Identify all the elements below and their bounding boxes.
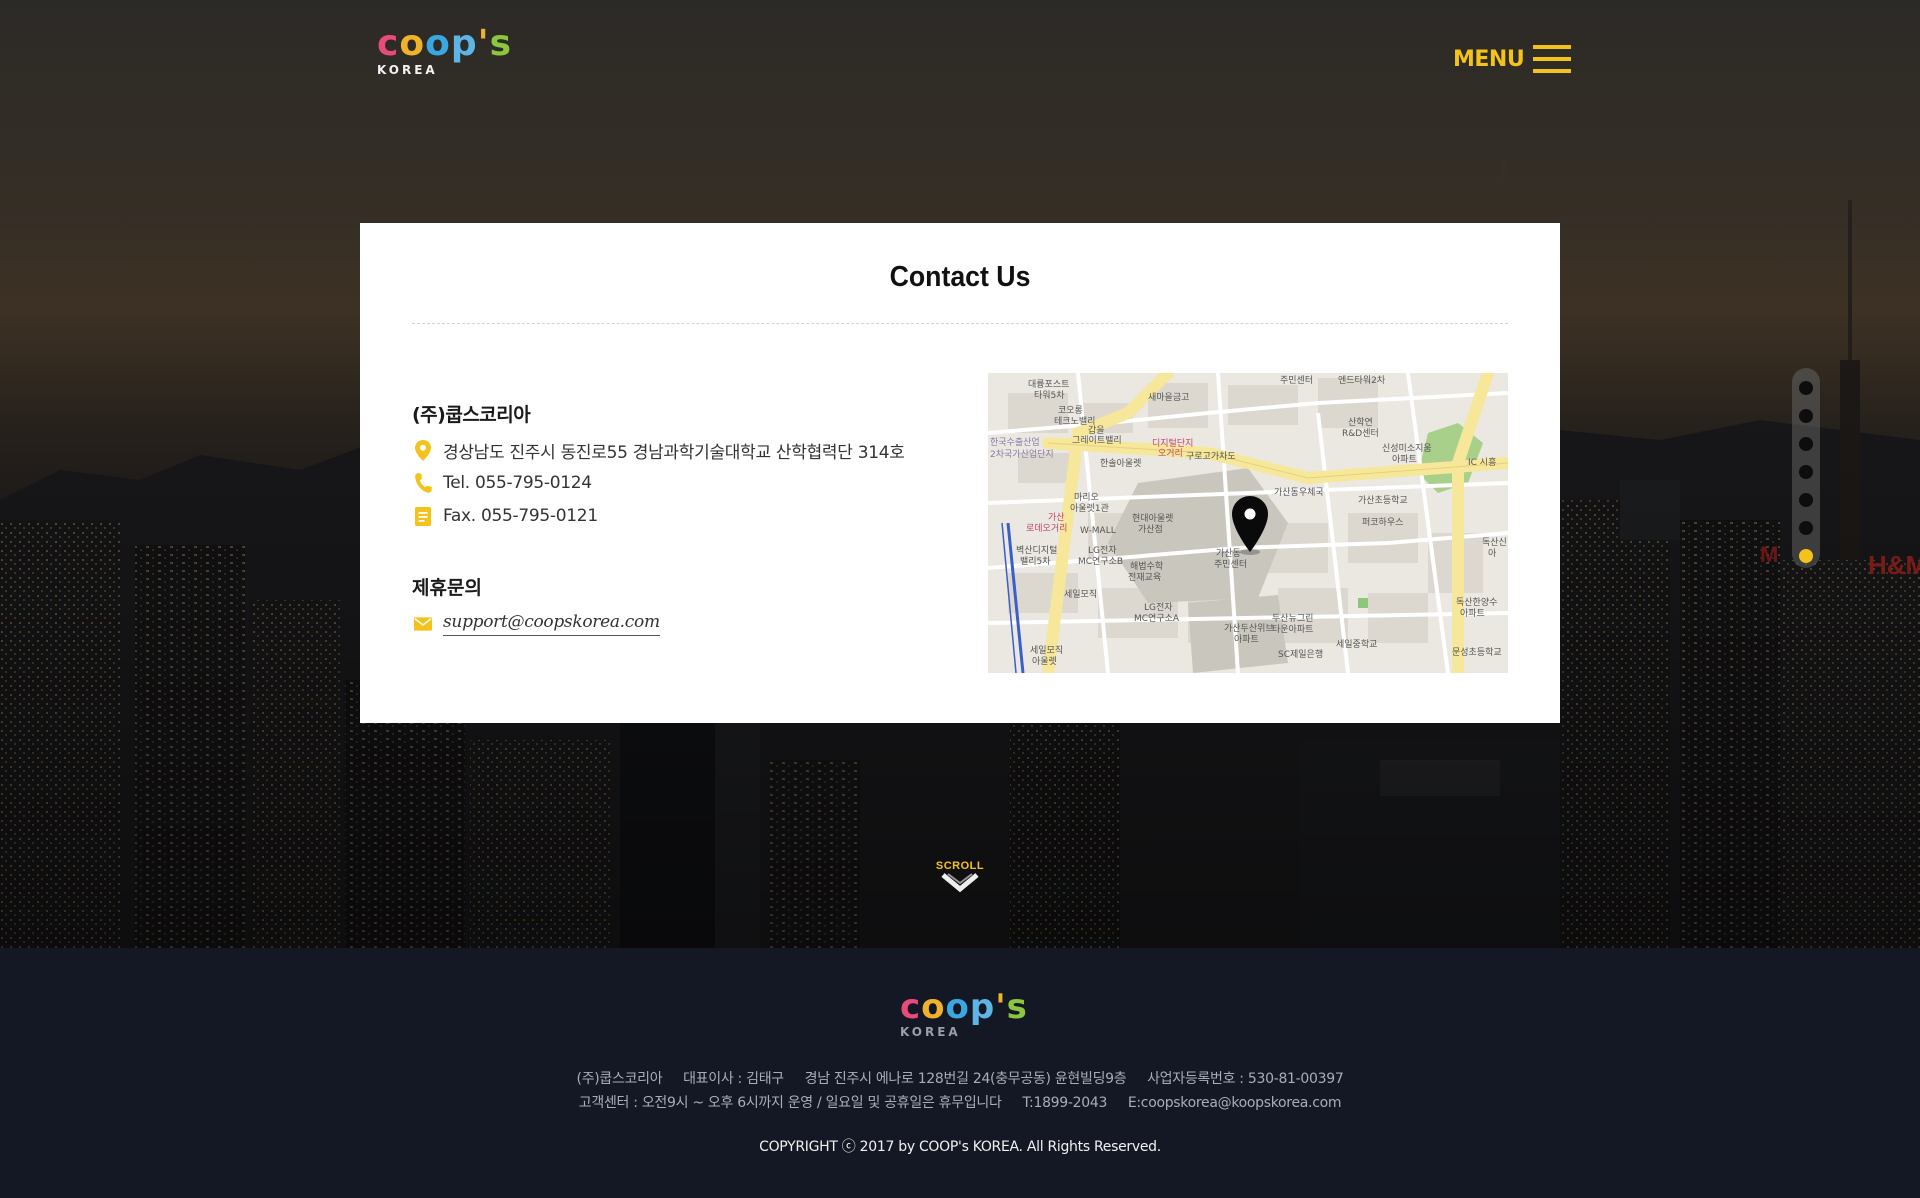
footer-logo-wordmark: coop's [900, 987, 1028, 1027]
svg-text:아파트: 아파트 [1392, 454, 1417, 465]
svg-text:MC연구소B: MC연구소B [1078, 556, 1123, 567]
scroll-label: SCROLL [935, 860, 985, 872]
svg-text:LG전자: LG전자 [1088, 545, 1117, 556]
svg-text:타워5차: 타워5차 [1034, 389, 1065, 401]
header-logo[interactable]: coop's KOREA [377, 23, 513, 77]
svg-text:로데오거리: 로데오거리 [1026, 523, 1067, 534]
svg-text:SC제일은행: SC제일은행 [1278, 648, 1323, 660]
svg-text:새마을금고: 새마을금고 [1148, 392, 1189, 403]
svg-text:LG전자: LG전자 [1144, 602, 1173, 613]
company-name: (주)쿱스코리아 [412, 404, 531, 426]
pager-dot-2[interactable] [1799, 409, 1813, 423]
menu-label: MENU [1453, 46, 1525, 72]
address-row: 경상남도 진주시 동진로55 경남과학기술대학교 산학협력단 314호 [414, 438, 905, 463]
svg-text:주민센터: 주민센터 [1280, 375, 1313, 386]
svg-text:벽산디지털: 벽산디지털 [1016, 544, 1057, 556]
envelope-icon [414, 613, 432, 635]
svg-text:퍼코하우스: 퍼코하우스 [1362, 517, 1403, 528]
svg-text:아파트: 아파트 [1460, 608, 1485, 619]
email-row: support@coopskorea.com [414, 612, 660, 636]
svg-text:아: 아 [1488, 548, 1497, 559]
svg-text:세일모직: 세일모직 [1030, 645, 1063, 656]
svg-text:한솔아울렛: 한솔아울렛 [1100, 458, 1141, 469]
svg-text:가산동: 가산동 [1216, 548, 1241, 559]
svg-text:한국수출산업: 한국수출산업 [990, 437, 1040, 448]
hamburger-icon [1533, 45, 1572, 73]
svg-text:MC연구소A: MC연구소A [1134, 613, 1180, 624]
svg-text:그레이트밸리: 그레이트밸리 [1072, 435, 1122, 446]
svg-text:2차국가산업단지: 2차국가산업단지 [990, 448, 1054, 460]
svg-text:R&D센터: R&D센터 [1342, 428, 1379, 439]
svg-text:독산한양수: 독산한양수 [1456, 597, 1497, 608]
svg-text:가산동우체국: 가산동우체국 [1274, 487, 1324, 498]
svg-text:아울렛1관: 아울렛1관 [1070, 503, 1109, 514]
phone-icon [414, 472, 432, 494]
pager-dot-6[interactable] [1799, 521, 1813, 535]
svg-text:현대아울렛: 현대아울렛 [1132, 513, 1173, 524]
title-divider [412, 323, 1508, 324]
footer: coop's KOREA (주)쿱스코리아 대표이사 : 김태구 경남 진주시 … [0, 948, 1920, 1198]
pager-dot-5[interactable] [1799, 493, 1813, 507]
location-pin-icon [414, 440, 432, 462]
svg-text:가산점: 가산점 [1138, 523, 1163, 535]
footer-logo-subtitle: KOREA [900, 1025, 961, 1039]
svg-text:마리오: 마리오 [1074, 492, 1099, 503]
footer-copyright: COPYRIGHT ⓒ 2017 by COOP's KOREA. All Ri… [759, 1139, 1161, 1155]
svg-text:산학연: 산학연 [1348, 417, 1373, 428]
svg-text:오거리: 오거리 [1158, 448, 1183, 459]
chevron-down-icon [941, 873, 979, 893]
svg-text:대륭포스트: 대륭포스트 [1028, 379, 1069, 390]
address-text: 경상남도 진주시 동진로55 경남과학기술대학교 산학협력단 314호 [443, 443, 905, 463]
svg-text:아울렛: 아울렛 [1032, 656, 1057, 667]
svg-text:엔드타워2차: 엔드타워2차 [1338, 374, 1386, 386]
email-link[interactable]: support@coopskorea.com [443, 612, 660, 636]
fax-text: Fax. 055-795-0121 [443, 506, 598, 526]
pager-dot-7[interactable] [1799, 549, 1813, 563]
menu-button[interactable]: MENU [1453, 42, 1572, 76]
svg-text:세일모직: 세일모직 [1064, 589, 1097, 600]
footer-logo[interactable]: coop's KOREA [900, 990, 1028, 1038]
partnership-title: 제휴문의 [412, 577, 482, 599]
svg-text:IC 시흥: IC 시흥 [1468, 456, 1496, 468]
svg-text:독산신: 독산신 [1482, 537, 1507, 548]
svg-text:세일중학교: 세일중학교 [1336, 639, 1377, 650]
svg-text:디지털단지: 디지털단지 [1152, 437, 1193, 449]
map-image: 대륭포스트타워5차 코오롱테크노밸리 새마을금고주민센터 엔드타워2차 한국수출산… [988, 373, 1508, 673]
fax-row: Fax. 055-795-0121 [414, 505, 598, 527]
tel-text: Tel. 055-795-0124 [443, 473, 592, 493]
contact-title: Contact Us [889, 261, 1031, 293]
section-pager [1792, 368, 1820, 568]
tel-row: Tel. 055-795-0124 [414, 472, 592, 494]
document-icon [414, 505, 432, 527]
footer-company-info: (주)쿱스코리아 대표이사 : 김태구 경남 진주시 에나로 128번길 24(… [576, 1071, 1344, 1087]
svg-text:타운아파트: 타운아파트 [1272, 624, 1313, 635]
svg-text:W-MALL: W-MALL [1080, 526, 1116, 536]
logo-subtitle: KOREA [377, 63, 438, 77]
svg-text:가산초등학교: 가산초등학교 [1358, 495, 1408, 506]
svg-text:갑을: 갑을 [1088, 424, 1105, 436]
svg-text:코오롱: 코오롱 [1058, 405, 1083, 416]
scroll-indicator[interactable]: SCROLL [932, 860, 988, 900]
svg-text:해법수학: 해법수학 [1130, 561, 1163, 572]
svg-text:가산: 가산 [1048, 512, 1065, 523]
svg-text:주민센터: 주민센터 [1214, 559, 1247, 570]
location-map[interactable]: 대륭포스트 타워5차 코오롱 테크노밸리 새마을금고 주민센터 엔드타워2차 한국수출산… [988, 373, 1508, 673]
svg-text:아파트: 아파트 [1234, 634, 1259, 645]
pager-dot-3[interactable] [1799, 437, 1813, 451]
svg-text:두산뉴그린: 두산뉴그린 [1272, 613, 1313, 624]
svg-text:신성미소지움: 신성미소지움 [1382, 443, 1432, 454]
footer-customer-center: 고객센터 : 오전9시 ~ 오후 6시까지 운영 / 일요일 및 공휴일은 휴무… [578, 1095, 1342, 1111]
svg-text:가산두산위브: 가산두산위브 [1224, 623, 1274, 634]
svg-text:구로고가차도: 구로고가차도 [1186, 450, 1236, 462]
pager-dot-4[interactable] [1799, 465, 1813, 479]
contact-card: Contact Us (주)쿱스코리아 경상남도 진주시 동진로55 경남과학기… [360, 223, 1560, 723]
logo-wordmark: coop's [377, 23, 513, 64]
svg-text:밸리5차: 밸리5차 [1020, 555, 1051, 567]
pager-dot-1[interactable] [1799, 381, 1813, 395]
svg-text:전재교육: 전재교육 [1128, 572, 1161, 583]
svg-text:문성초등학교: 문성초등학교 [1452, 647, 1502, 658]
